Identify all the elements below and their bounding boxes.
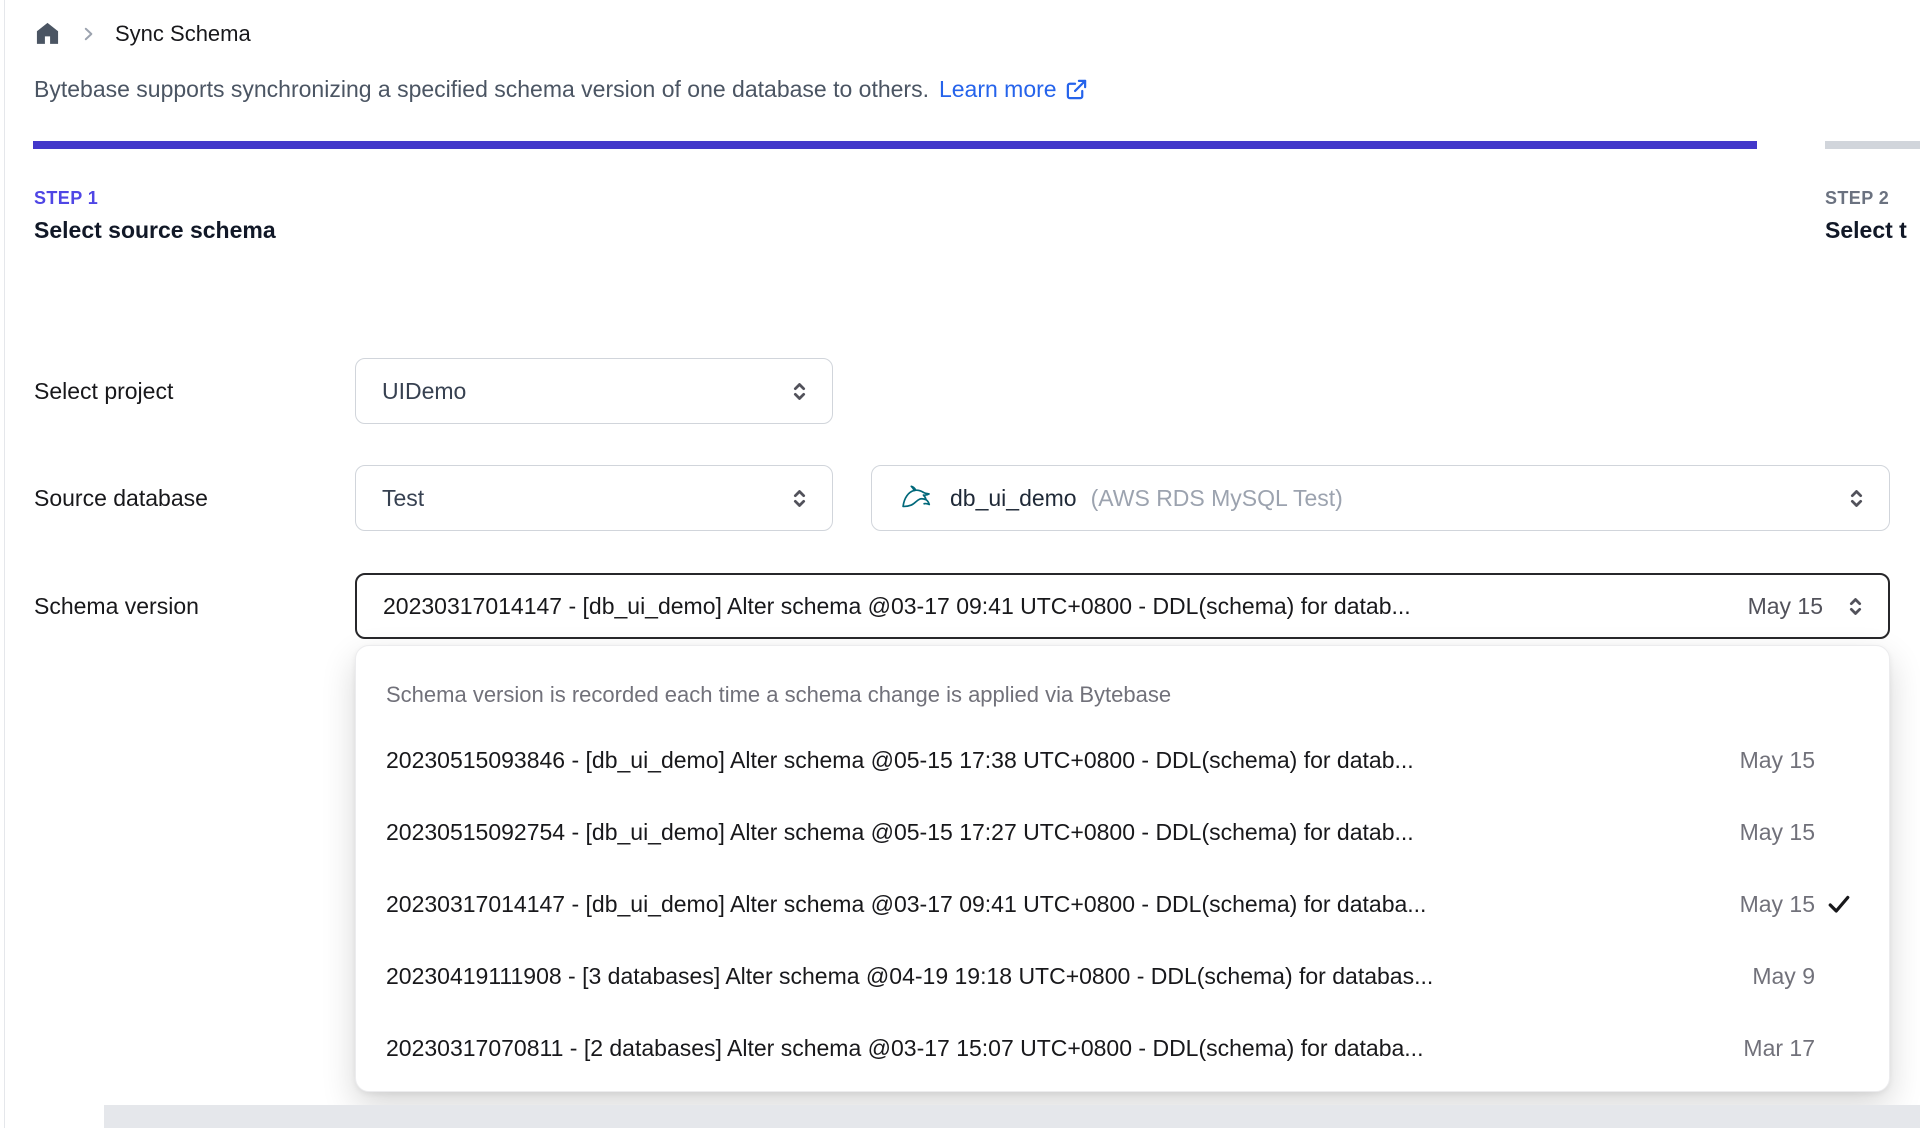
schema-version-label: Schema version [34,593,199,619]
project-select[interactable]: UIDemo [355,358,833,424]
check-icon [1815,889,1863,919]
schema-version-option[interactable]: 20230515093846 - [db_ui_demo] Alter sche… [356,724,1889,796]
schema-version-select[interactable]: 20230317014147 - [db_ui_demo] Alter sche… [355,573,1890,639]
option-text: 20230317014147 - [db_ui_demo] Alter sche… [386,890,1427,917]
option-text: 20230515093846 - [db_ui_demo] Alter sche… [386,746,1414,773]
breadcrumb-chevron-icon [79,25,97,43]
mysql-icon [898,480,934,516]
external-link-icon [1065,78,1088,101]
step1-progress-bar [33,141,1757,149]
chevron-updown-icon [1843,594,1868,619]
environment-select-value: Test [382,484,425,511]
environment-select[interactable]: Test [355,465,833,531]
step1-title: Select source schema [34,217,276,243]
option-date: May 15 [1739,818,1815,845]
option-date: May 9 [1752,962,1815,989]
option-date: May 15 [1739,890,1815,917]
step2-header: STEP 2 Select t [1825,188,1907,244]
step2-progress-bar [1825,141,1920,149]
database-select-value: db_ui_demo [950,484,1077,511]
learn-more-label: Learn more [938,76,1057,102]
database-select-annotation: (AWS RDS MySQL Test) [1090,484,1343,511]
breadcrumb: Sync Schema [34,20,251,47]
schema-version-select-value: 20230317014147 - [db_ui_demo] Alter sche… [383,592,1411,619]
chevron-updown-icon [1844,486,1869,511]
sync-schema-page: Sync Schema Bytebase supports synchroniz… [0,0,1920,1128]
learn-more-link[interactable]: Learn more [939,76,1088,103]
option-text: 20230419111908 - [3 databases] Alter sch… [386,962,1434,989]
step1-header: STEP 1 Select source schema [34,188,276,244]
breadcrumb-title: Sync Schema [115,20,251,46]
option-date: Mar 17 [1743,1034,1815,1061]
option-date: May 15 [1739,746,1815,773]
step2-label: STEP 2 [1825,188,1890,208]
step1-label: STEP 1 [34,188,99,208]
schema-version-option-selected[interactable]: 20230317014147 - [db_ui_demo] Alter sche… [356,868,1889,940]
step2-title: Select t [1825,217,1907,243]
database-select[interactable]: db_ui_demo (AWS RDS MySQL Test) [871,465,1890,531]
description-text: Bytebase supports synchronizing a specif… [34,76,929,102]
project-select-value: UIDemo [382,377,467,404]
schema-version-dropdown: Schema version is recorded each time a s… [355,645,1890,1092]
schema-version-option[interactable]: 20230317070811 - [2 databases] Alter sch… [356,1012,1889,1084]
schema-version-option[interactable]: 20230419111908 - [3 databases] Alter sch… [356,940,1889,1012]
sidebar-divider [4,0,5,1128]
bottom-gray-bar [104,1105,1920,1128]
home-icon[interactable] [34,20,61,47]
dropdown-header: Schema version is recorded each time a s… [386,682,1172,707]
schema-version-option[interactable]: 20230515092754 - [db_ui_demo] Alter sche… [356,796,1889,868]
option-text: 20230317070811 - [2 databases] Alter sch… [386,1034,1424,1061]
schema-version-select-date: May 15 [1747,592,1823,619]
chevron-updown-icon [787,486,812,511]
page-description: Bytebase supports synchronizing a specif… [34,76,1088,103]
chevron-updown-icon [787,379,812,404]
option-text: 20230515092754 - [db_ui_demo] Alter sche… [386,818,1414,845]
source-database-label: Source database [34,485,208,511]
select-project-label: Select project [34,378,174,404]
